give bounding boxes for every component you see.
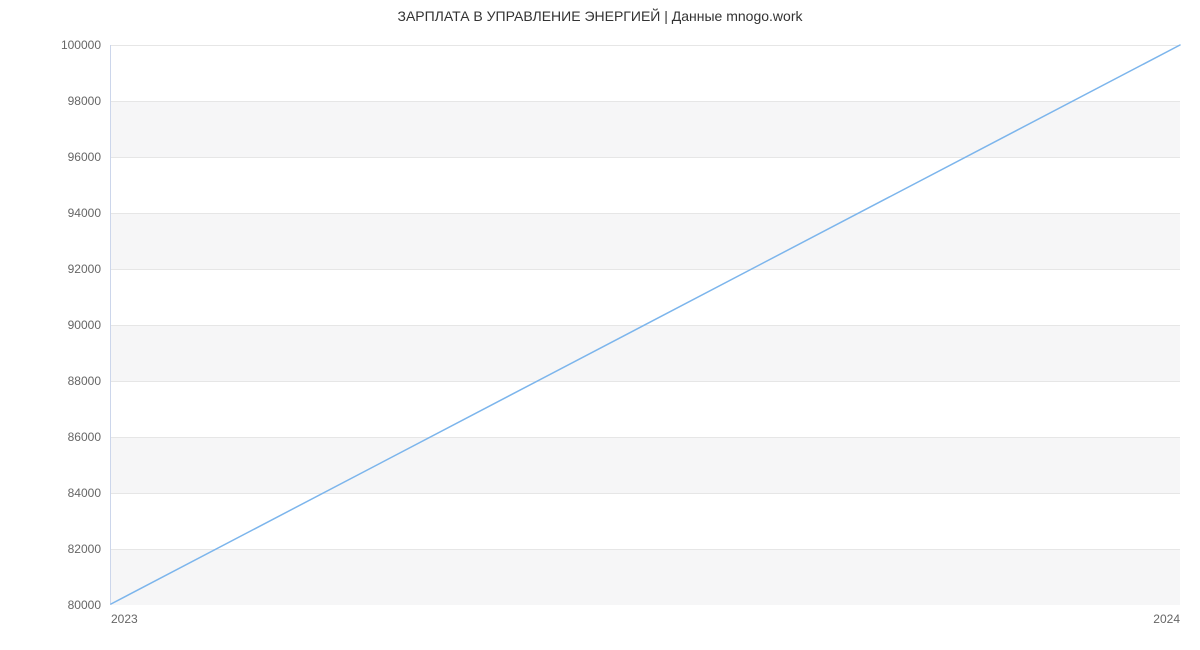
y-tick-label: 96000 xyxy=(68,150,101,164)
y-tick-label: 94000 xyxy=(68,206,101,220)
x-tick-label: 2023 xyxy=(111,612,138,626)
y-tick-label: 100000 xyxy=(61,38,101,52)
y-tick-label: 80000 xyxy=(68,598,101,612)
line-layer xyxy=(111,45,1180,604)
y-tick-label: 82000 xyxy=(68,542,101,556)
y-tick-label: 86000 xyxy=(68,430,101,444)
x-tick-label: 2024 xyxy=(1153,612,1180,626)
y-tick-label: 84000 xyxy=(68,486,101,500)
y-tick-label: 88000 xyxy=(68,374,101,388)
y-tick-label: 98000 xyxy=(68,94,101,108)
series-line xyxy=(111,45,1180,604)
plot-outer: 8000082000840008600088000900009200094000… xyxy=(110,45,1180,605)
chart-title: ЗАРПЛАТА В УПРАВЛЕНИЕ ЭНЕРГИЕЙ | Данные … xyxy=(0,8,1200,24)
y-tick-label: 92000 xyxy=(68,262,101,276)
plot-area: 8000082000840008600088000900009200094000… xyxy=(110,45,1180,605)
chart-container: ЗАРПЛАТА В УПРАВЛЕНИЕ ЭНЕРГИЕЙ | Данные … xyxy=(0,0,1200,650)
y-tick-label: 90000 xyxy=(68,318,101,332)
